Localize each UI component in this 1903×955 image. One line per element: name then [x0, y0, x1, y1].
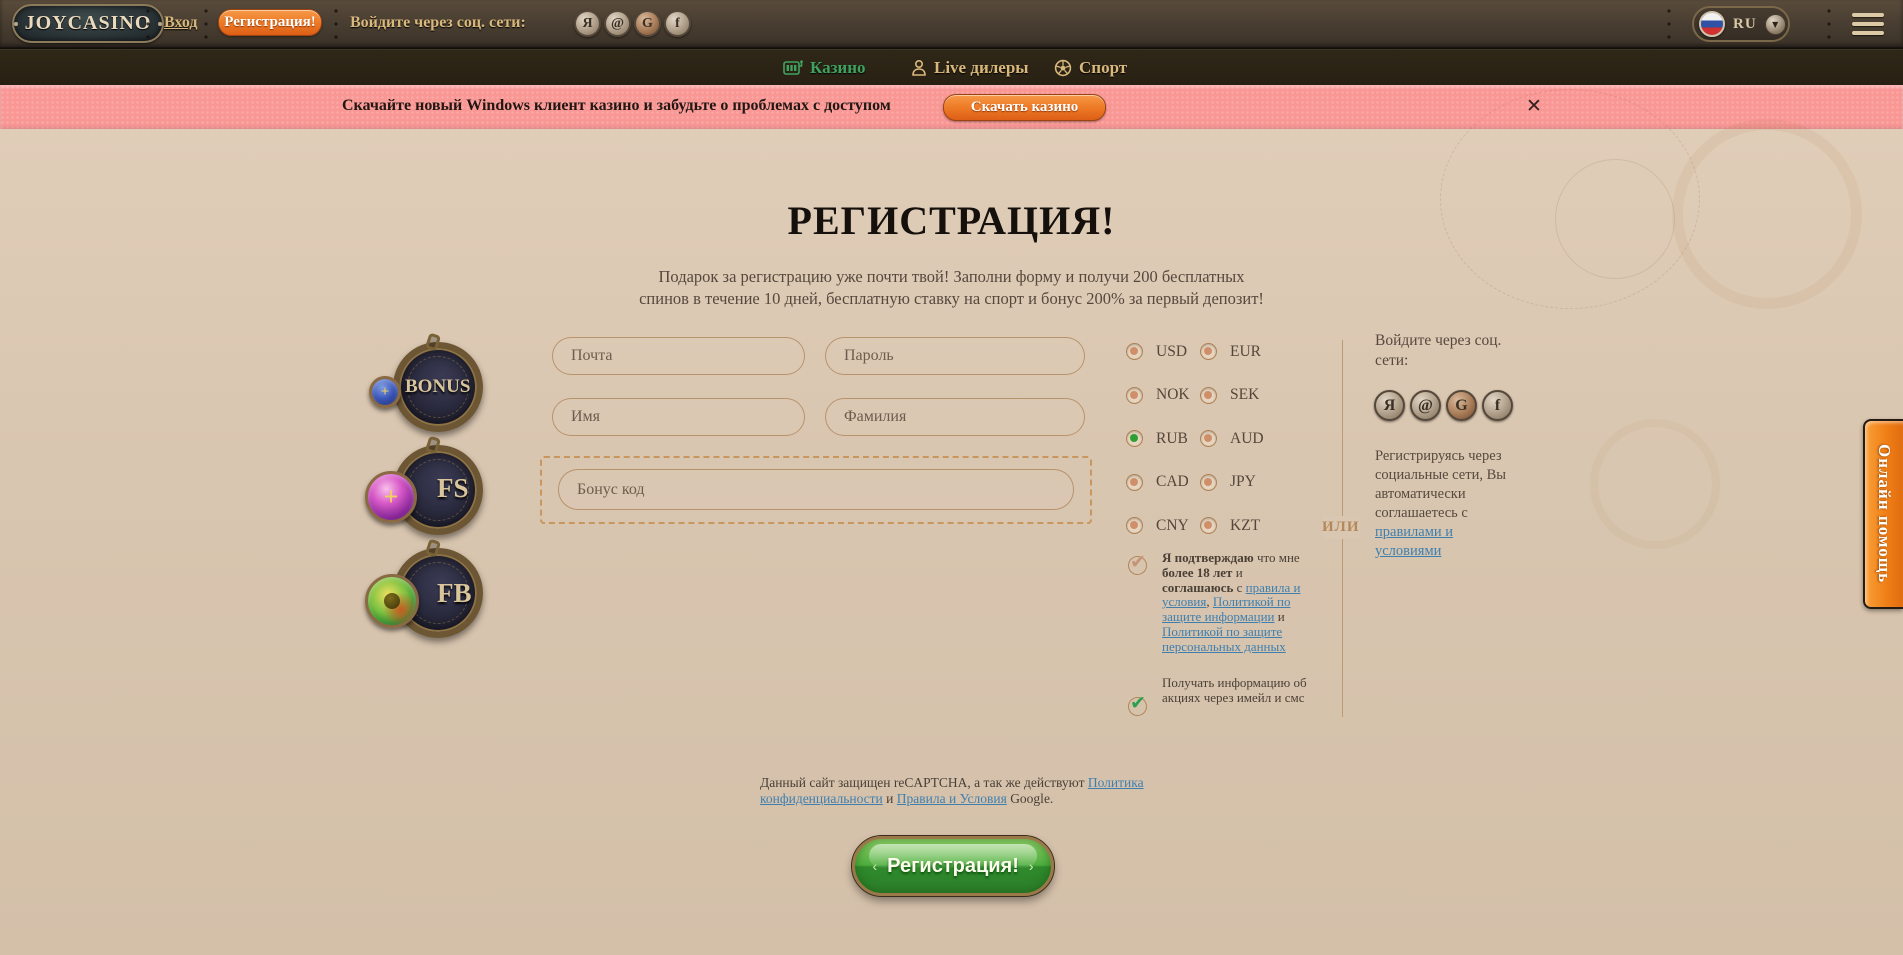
age-confirm-checkbox[interactable]: ✔: [1128, 556, 1147, 575]
subtitle-line1: Подарок за регистрацию уже почти твой! З…: [0, 267, 1903, 287]
radio-icon[interactable]: [1126, 343, 1143, 360]
banner-text: Скачайте новый Windows клиент казино и з…: [342, 97, 891, 115]
badge-label: FS: [437, 473, 469, 504]
registration-page: РЕГИСТРАЦИЯ! Подарок за регистрацию уже …: [0, 129, 1903, 955]
download-casino-button[interactable]: Скачать казино: [943, 94, 1106, 121]
facebook-icon[interactable]: f: [1482, 390, 1513, 421]
subtitle-line2: спинов в течение 10 дней, бесплатную ста…: [0, 289, 1903, 309]
radio-icon[interactable]: [1200, 343, 1217, 360]
football-orb-icon: [365, 574, 419, 628]
first-name-field[interactable]: [552, 398, 805, 436]
page-title: РЕГИСТРАЦИЯ!: [0, 197, 1903, 244]
social-login-prompt: Войдите через соц. сети:: [350, 14, 526, 32]
or-label: ИЛИ: [1322, 516, 1360, 539]
yandex-icon[interactable]: Я: [574, 10, 601, 37]
football-icon: [1054, 59, 1072, 77]
radio-icon[interactable]: [1200, 474, 1217, 491]
currency-cny[interactable]: CNY: [1126, 517, 1200, 535]
email-field[interactable]: [552, 337, 805, 375]
left-arrow-icon: ‹: [872, 858, 877, 874]
chevron-down-icon[interactable]: ▼: [1765, 14, 1786, 35]
badge-label: FB: [437, 578, 472, 609]
recaptcha-notice: Данный сайт защищен reCAPTCHA, а так же …: [760, 775, 1160, 807]
logo-dot: [14, 22, 18, 26]
dealer-person-icon: [911, 59, 927, 77]
top-bar: JOYCASINO Вход Регистрация! Войдите чере…: [0, 0, 1903, 48]
stain-decor: [1590, 419, 1720, 549]
login-link[interactable]: Вход: [164, 14, 197, 32]
vertical-divider: [1342, 552, 1343, 717]
tab-label: Live дилеры: [934, 58, 1029, 78]
currency-selector: USD EUR NOK SEK RUB AUD CAD JPY CNY KZT: [1126, 330, 1310, 548]
download-banner: Скачайте новый Windows клиент казино и з…: [0, 85, 1903, 129]
google-terms-link[interactable]: Правила и Условия: [897, 791, 1007, 806]
tab-casino[interactable]: Казино: [783, 58, 866, 78]
badge-label: BONUS: [405, 376, 470, 398]
promo-checkbox[interactable]: ✔: [1128, 697, 1147, 716]
promo-text: Получать информацию об акциях через имей…: [1162, 675, 1314, 705]
social-panel-icons: Я @ G f: [1374, 390, 1513, 421]
rivet-divider: [329, 8, 343, 40]
hamburger-menu-icon[interactable]: [1852, 13, 1884, 35]
bonus-code-field[interactable]: [558, 469, 1074, 510]
currency-kzt[interactable]: KZT: [1200, 517, 1310, 535]
tab-label: Казино: [810, 58, 866, 78]
personal-data-policy-link[interactable]: Политикой по защите персональных данных: [1162, 624, 1286, 654]
badge-freespins: FS +: [365, 445, 505, 545]
terms-link[interactable]: правилами и условиями: [1375, 524, 1453, 559]
badge-bonus: BONUS +: [365, 342, 505, 442]
close-icon[interactable]: ✕: [1521, 93, 1547, 119]
tab-sport[interactable]: Спорт: [1054, 58, 1127, 78]
mailru-icon[interactable]: @: [1410, 390, 1441, 421]
currency-jpy[interactable]: JPY: [1200, 473, 1310, 491]
last-name-field[interactable]: [825, 398, 1085, 436]
online-help-tab[interactable]: Онлайн помощь: [1863, 419, 1903, 609]
radio-icon[interactable]: [1126, 517, 1143, 534]
plus-coin-icon: +: [369, 376, 401, 408]
tab-label: Спорт: [1079, 58, 1127, 78]
password-field[interactable]: [825, 337, 1085, 375]
currency-aud[interactable]: AUD: [1200, 430, 1310, 448]
slot-machine-icon: [783, 60, 803, 77]
rivet-divider: [199, 8, 213, 40]
right-arrow-icon: ›: [1029, 858, 1034, 874]
rivet-divider: [1662, 8, 1676, 40]
google-icon[interactable]: G: [1446, 390, 1477, 421]
currency-cad[interactable]: CAD: [1126, 473, 1200, 491]
main-nav: Казино Live дилеры Спорт: [0, 48, 1903, 85]
currency-nok[interactable]: NOK: [1126, 386, 1200, 404]
currency-usd[interactable]: USD: [1126, 343, 1200, 361]
radio-icon[interactable]: [1126, 387, 1143, 404]
social-panel-note: Регистрируясь через социальные сети, Вы …: [1375, 447, 1523, 561]
logo-text: JOYCASINO: [25, 12, 152, 35]
radio-icon[interactable]: [1200, 387, 1217, 404]
radio-icon[interactable]: [1126, 474, 1143, 491]
logo-dot: [158, 22, 162, 26]
social-panel-title: Войдите через соц. сети:: [1375, 331, 1515, 371]
yandex-icon[interactable]: Я: [1374, 390, 1405, 421]
radio-icon[interactable]: [1200, 430, 1217, 447]
age-confirm-text: Я подтверждаю что мне более 18 лет и сог…: [1162, 551, 1312, 655]
mailru-icon[interactable]: @: [604, 10, 631, 37]
currency-sek[interactable]: SEK: [1200, 386, 1310, 404]
currency-rub-selected[interactable]: RUB: [1126, 430, 1200, 448]
facebook-icon[interactable]: f: [664, 10, 691, 37]
currency-eur[interactable]: EUR: [1200, 343, 1310, 361]
radio-icon[interactable]: [1200, 517, 1217, 534]
badge-freebet: FB: [365, 548, 505, 648]
radio-icon-selected[interactable]: [1126, 430, 1143, 447]
ru-flag-icon: [1699, 11, 1725, 37]
language-selector[interactable]: RU ▼: [1692, 6, 1790, 42]
register-button[interactable]: Регистрация!: [218, 9, 322, 36]
plus-orb-icon: +: [365, 471, 417, 523]
page: JOYCASINO Вход Регистрация! Войдите чере…: [0, 0, 1903, 955]
submit-registration-button[interactable]: ‹ Регистрация! ›: [852, 836, 1054, 896]
google-icon[interactable]: G: [634, 10, 661, 37]
language-code: RU: [1733, 16, 1757, 33]
tab-live-dealers[interactable]: Live дилеры: [911, 58, 1029, 78]
rivet-divider: [1822, 8, 1836, 40]
rivet-divider: [141, 8, 155, 40]
